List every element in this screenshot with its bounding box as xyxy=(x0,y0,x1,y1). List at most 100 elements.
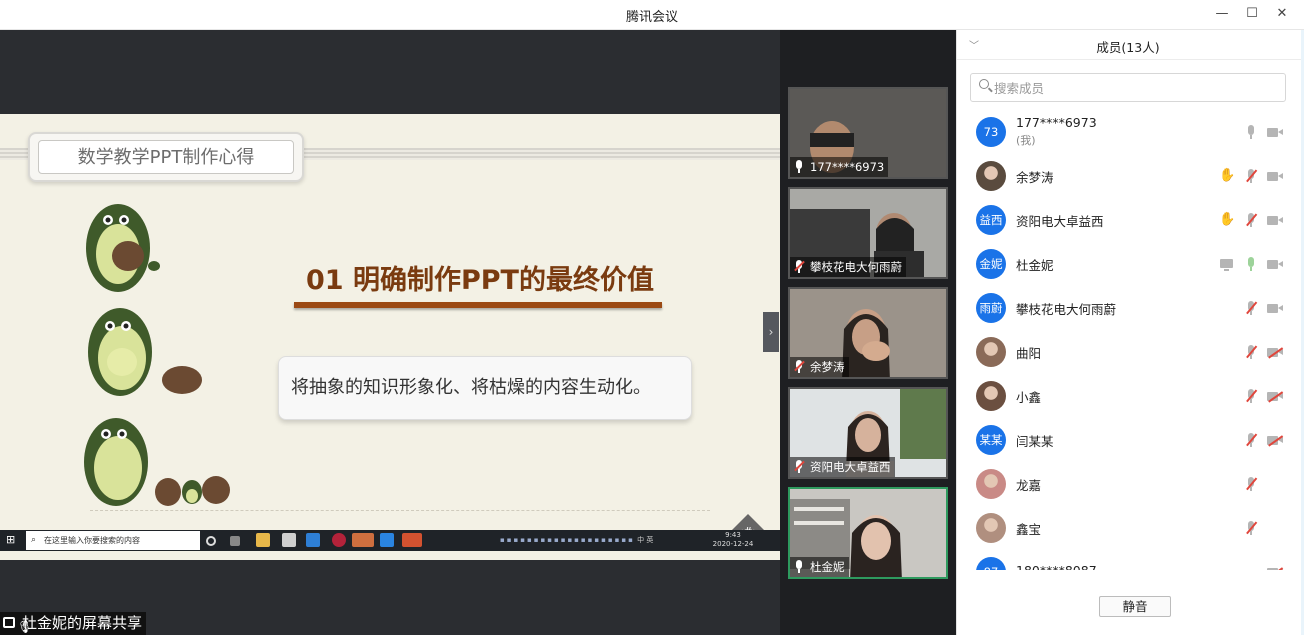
camera-icon[interactable] xyxy=(1267,168,1283,184)
microphone-icon xyxy=(794,160,804,173)
avatar: 益西 xyxy=(976,205,1006,235)
taskbar-search: ⌕ 在这里输入你要搜索的内容 xyxy=(26,531,200,550)
member-row[interactable]: 龙嘉 xyxy=(957,462,1297,506)
camera-icon[interactable] xyxy=(1267,300,1283,316)
meeting-window: 腾讯会议 — ☐ ✕ 数学教学PPT制作心得 01 明确制作PPT的最终价值 将… xyxy=(0,0,1304,635)
search-icon xyxy=(979,79,989,89)
microphone-muted-icon[interactable] xyxy=(1243,388,1259,404)
microphone-muted-icon[interactable] xyxy=(1243,168,1259,184)
microphone-icon xyxy=(794,560,804,573)
member-row[interactable]: 金妮 杜金妮 xyxy=(957,242,1297,286)
video-tile-name: 杜金妮 xyxy=(810,560,845,574)
member-panel: ﹀ 成员(13人) 73 177****6973 (我) 余梦涛 ✋ 益西资阳电大卓益西 ✋… xyxy=(956,30,1304,635)
camera-icon[interactable] xyxy=(1267,212,1283,228)
close-icon[interactable]: ✕ xyxy=(1268,3,1296,25)
minimize-icon[interactable]: — xyxy=(1208,3,1236,25)
member-row[interactable]: 曲阳 xyxy=(957,330,1297,374)
camera-off-icon[interactable] xyxy=(1267,344,1283,360)
mute-all-button[interactable]: 静音 xyxy=(1099,596,1171,617)
windows-start-icon: ⊞ xyxy=(6,533,16,546)
clock-time: 9:43 xyxy=(725,531,741,539)
screen-share-label: 🎙 杜金妮的屏幕共享 xyxy=(0,612,147,635)
member-name: 资阳电大卓益西 xyxy=(1016,214,1104,229)
microphone-icon[interactable] xyxy=(1243,124,1259,140)
maximize-icon[interactable]: ☐ xyxy=(1238,3,1266,25)
slide-divider xyxy=(90,510,710,511)
slide-heading: 01 明确制作PPT的最终价值 xyxy=(306,265,654,296)
system-tray: ▪▪▪▪▪▪▪▪▪▪▪▪▪▪▪▪▪▪▪▪ 中 英 xyxy=(500,535,653,545)
video-tile-label: 攀枝花电大何雨蔚 xyxy=(790,257,906,277)
camera-off-icon[interactable] xyxy=(1267,564,1283,570)
member-name: 杜金妮 xyxy=(1016,258,1054,273)
microphone-icon[interactable] xyxy=(1243,256,1259,272)
window-title: 腾讯会议 xyxy=(625,10,678,25)
avatar xyxy=(976,469,1006,499)
video-tile-label: 资阳电大卓益西 xyxy=(790,457,895,477)
video-tile-label: 杜金妮 xyxy=(790,557,849,577)
video-tile[interactable]: 177****6973 xyxy=(788,87,948,179)
video-tile-active-speaker[interactable]: 杜金妮 xyxy=(788,487,948,579)
member-search-input[interactable] xyxy=(994,78,1274,98)
microphone-muted-icon xyxy=(794,460,805,473)
camera-icon[interactable] xyxy=(1267,124,1283,140)
slide-title: 数学教学PPT制作心得 xyxy=(38,140,294,174)
camera-off-icon[interactable] xyxy=(1267,432,1283,448)
search-icon: ⌕ xyxy=(31,535,37,545)
avatar: 雨蔚 xyxy=(976,293,1006,323)
screen-share-icon xyxy=(1219,256,1235,272)
tray-icons: ▪▪▪▪▪▪▪▪▪▪▪▪▪▪▪▪▪▪▪▪ xyxy=(500,536,635,544)
avatar xyxy=(976,161,1006,191)
member-row[interactable]: 某某 闫某某 xyxy=(957,418,1297,462)
video-tile-name: 资阳电大卓益西 xyxy=(810,460,891,474)
member-search[interactable] xyxy=(970,73,1286,102)
video-tile[interactable]: 攀枝花电大何雨蔚 xyxy=(788,187,948,279)
store-icon xyxy=(282,533,296,547)
avatar xyxy=(976,513,1006,543)
microphone-muted-icon xyxy=(794,360,805,373)
microphone-muted-icon[interactable] xyxy=(1243,300,1259,316)
raise-hand-icon: ✋ xyxy=(1219,168,1236,183)
camera-icon[interactable] xyxy=(1267,256,1283,272)
video-tile-name: 177****6973 xyxy=(810,160,885,174)
collapse-video-strip-button[interactable]: › xyxy=(763,312,779,352)
taskbar-search-text: 在这里输入你要搜索的内容 xyxy=(44,536,140,545)
microphone-icon: 🎙 xyxy=(17,620,33,634)
microphone-muted-icon[interactable] xyxy=(1243,520,1259,536)
avatar: 73 xyxy=(976,117,1006,147)
camera-off-icon[interactable] xyxy=(1267,388,1283,404)
member-panel-title: 成员(13人) xyxy=(1096,40,1160,55)
member-row[interactable]: 87 180****8087 xyxy=(957,550,1297,570)
video-tile[interactable]: 余梦涛 xyxy=(788,287,948,379)
microphone-muted-icon[interactable] xyxy=(1243,476,1259,492)
member-row[interactable]: 余梦涛 ✋ xyxy=(957,154,1297,198)
avatar: 金妮 xyxy=(976,249,1006,279)
avatar xyxy=(976,381,1006,411)
explorer-icon xyxy=(256,533,270,547)
microphone-muted-icon[interactable] xyxy=(1243,432,1259,448)
member-name: 攀枝花电大何雨蔚 xyxy=(1016,302,1117,317)
microphone-muted-icon[interactable] xyxy=(1243,212,1259,228)
video-tile-label: 余梦涛 xyxy=(790,357,849,377)
taskbar-clock: 9:43 2020-12-24 xyxy=(708,531,758,549)
member-row[interactable]: 73 177****6973 (我) xyxy=(957,110,1297,154)
member-row[interactable]: 鑫宝 xyxy=(957,506,1297,550)
avatar: 某某 xyxy=(976,425,1006,455)
screen-share-area: 数学教学PPT制作心得 01 明确制作PPT的最终价值 将抽象的知识形象化、将枯… xyxy=(0,30,780,635)
avocado-illustration xyxy=(84,418,230,506)
video-tile[interactable]: 资阳电大卓益西 xyxy=(788,387,948,479)
app-icon xyxy=(332,533,346,547)
member-row[interactable]: 雨蔚 攀枝花电大何雨蔚 xyxy=(957,286,1297,330)
tray-ime: 中 英 xyxy=(637,536,654,544)
clock-date: 2020-12-24 xyxy=(712,540,754,548)
shared-slide: 数学教学PPT制作心得 01 明确制作PPT的最终价值 将抽象的知识形象化、将枯… xyxy=(0,114,780,560)
member-name: 余梦涛 xyxy=(1016,170,1054,185)
member-list: 73 177****6973 (我) 余梦涛 ✋ 益西 资阳电大卓益西 ✋ 金妮 杜金妮 雨蔚 攀枝花… xyxy=(957,110,1304,570)
title-bar: 腾讯会议 — ☐ ✕ xyxy=(0,0,1304,30)
member-name: 小鑫 xyxy=(1016,390,1042,405)
video-strip: 177****6973 攀枝花电大何雨蔚 余梦涛 资阳电大卓益西 杜金妮 xyxy=(780,30,956,635)
member-row[interactable]: 小鑫 xyxy=(957,374,1297,418)
member-name: 鑫宝 xyxy=(1016,522,1042,537)
member-row[interactable]: 益西 资阳电大卓益西 ✋ xyxy=(957,198,1297,242)
member-name: 177****6973 xyxy=(1016,115,1097,130)
microphone-muted-icon[interactable] xyxy=(1243,344,1259,360)
